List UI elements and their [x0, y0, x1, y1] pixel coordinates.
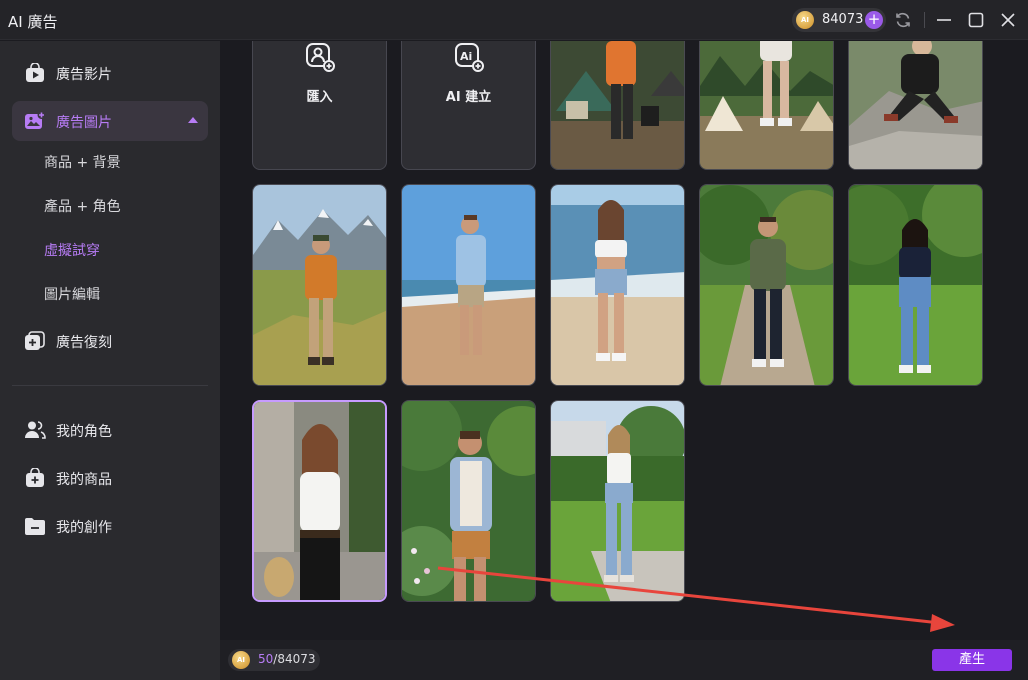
generate-button[interactable]: 產生: [932, 649, 1012, 671]
import-label: 匯入: [306, 90, 333, 105]
credit-usage-text: 50/84073: [258, 652, 316, 666]
sidebar-item-label: 我的角色: [56, 424, 112, 440]
credit-total: /84073: [273, 652, 316, 666]
camping-man-photo: [551, 41, 684, 169]
refresh-icon[interactable]: [893, 10, 913, 30]
sidebar-item-label: 廣告影片: [56, 67, 112, 83]
image-add-icon: [24, 111, 46, 131]
park-woman-photo: [849, 185, 982, 385]
model-photo-tile[interactable]: [252, 184, 387, 386]
beach-man-photo: [402, 185, 535, 385]
coin-icon: AI: [796, 11, 814, 29]
close-icon[interactable]: [998, 10, 1018, 30]
chevron-up-icon[interactable]: [188, 117, 198, 123]
park-path-man-photo: [700, 185, 833, 385]
sidebar-subitem-virtual-tryon[interactable]: 虛擬試穿: [44, 240, 100, 260]
glamping-legs-photo: [700, 41, 833, 169]
sidebar-subitem-image-edit[interactable]: 圖片編輯: [44, 284, 100, 304]
model-photo-tile[interactable]: [699, 41, 834, 170]
sidebar-item-ad-replicate[interactable]: 廣告復刻: [12, 321, 208, 361]
ai-add-icon: Ai: [454, 42, 484, 72]
image-gallery: 匯入 Ai AI 建立: [220, 41, 1028, 640]
sidebar-item-label: 我的創作: [56, 520, 112, 536]
sidebar-item-label: 廣告圖片: [56, 115, 112, 131]
users-icon: [24, 420, 46, 440]
minimize-icon[interactable]: [934, 10, 954, 30]
sidebar-subitem-product-background[interactable]: 商品 + 背景: [44, 152, 121, 172]
beach-woman-photo: [551, 185, 684, 385]
import-button[interactable]: 匯入: [252, 41, 387, 170]
title-bar: AI 廣告 AI 84073 +: [0, 0, 1028, 40]
rock-sitting-photo: [849, 41, 982, 169]
street-woman-photo: [254, 402, 385, 600]
folder-icon: [24, 516, 46, 536]
add-credits-button[interactable]: +: [865, 11, 883, 29]
ai-create-button[interactable]: Ai AI 建立: [401, 41, 536, 170]
sidebar-item-label: 我的商品: [56, 472, 112, 488]
maximize-icon[interactable]: [966, 10, 986, 30]
mountain-hiker-photo: [253, 185, 386, 385]
ai-create-label: AI 建立: [445, 90, 492, 105]
sidebar-item-ad-image[interactable]: 廣告圖片: [12, 101, 208, 141]
model-photo-tile[interactable]: [401, 184, 536, 386]
sidebar-item-my-products[interactable]: 我的商品: [12, 458, 208, 498]
credit-used: 50: [258, 652, 274, 666]
credits-balance[interactable]: AI 84073 +: [792, 8, 886, 32]
copy-add-icon: [24, 331, 46, 351]
sidebar-item-my-creations[interactable]: 我的創作: [12, 506, 208, 546]
model-photo-tile[interactable]: [550, 400, 685, 602]
sidebar-item-my-characters[interactable]: 我的角色: [12, 410, 208, 450]
model-photo-tile[interactable]: [848, 184, 983, 386]
coin-icon: AI: [232, 651, 250, 669]
titlebar-separator: [924, 12, 925, 28]
model-photo-tile-selected[interactable]: [252, 400, 387, 602]
model-photo-tile[interactable]: [848, 41, 983, 170]
model-photo-tile[interactable]: [550, 184, 685, 386]
credit-usage: AI 50/84073: [228, 649, 320, 671]
svg-text:Ai: Ai: [460, 50, 472, 63]
person-add-icon: [305, 42, 335, 72]
credits-number: 84073: [822, 12, 864, 27]
sidebar-item-label: 廣告復刻: [56, 335, 112, 351]
video-bag-icon: [24, 62, 46, 83]
model-photo-tile[interactable]: [401, 400, 536, 602]
sidebar-divider: [12, 385, 208, 386]
bottom-bar: AI 50/84073 產生: [220, 640, 1028, 680]
model-photo-tile[interactable]: [699, 184, 834, 386]
garden-man-photo: [402, 401, 535, 601]
sidebar-subitem-product-character[interactable]: 產品 + 角色: [44, 196, 121, 216]
app-title: AI 廣告: [8, 13, 58, 31]
sidebar-item-ad-video[interactable]: 廣告影片: [12, 53, 208, 93]
model-photo-tile[interactable]: [550, 41, 685, 170]
backyard-woman-photo: [551, 401, 684, 601]
sidebar: 廣告影片 廣告圖片 商品 + 背景 產品 + 角色 虛擬試穿 圖片編輯 廣告復刻…: [0, 41, 220, 680]
bag-add-icon: [24, 467, 46, 488]
